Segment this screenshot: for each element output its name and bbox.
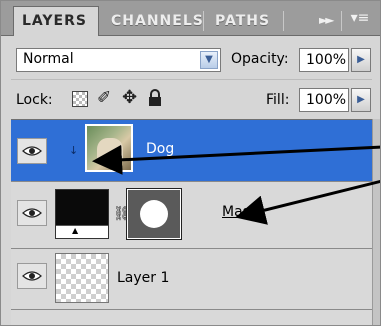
divider [11,79,372,80]
layer-row-mask[interactable]: ▲ ⛓ Mask [11,182,372,248]
layer-name[interactable]: Layer 1 [117,270,169,286]
fill-slider-button[interactable]: ▶ [351,88,371,112]
tab-channels[interactable]: CHANNELS [103,7,203,35]
eye-icon [22,271,42,281]
tab-divider [283,11,284,31]
layer-row-dog[interactable]: ↓ Dog [11,120,372,181]
layer-name[interactable]: Dog [146,141,174,157]
scrollbar[interactable] [372,119,380,325]
layers-list: ↓ Dog ▲ ⛓ Mask Layer 1 [11,119,372,325]
blend-mode-select[interactable]: Normal ▼ [16,48,221,72]
mask-circle [140,200,168,228]
lock-label: Lock: [16,92,53,108]
layer-thumbnail: ▲ [55,189,109,239]
visibility-toggle[interactable] [17,200,47,226]
lock-image-pixels-icon[interactable]: ✐ [97,88,111,108]
tab-layers[interactable]: LAYERS [13,6,99,36]
layer-thumbnail [55,253,109,303]
layer-name[interactable]: Mask [222,204,258,220]
chevron-down-icon[interactable]: ▼ [200,51,218,69]
layer-row-layer-1[interactable]: Layer 1 [11,249,372,309]
lock-position-icon[interactable]: ✥ [122,87,137,108]
fill-indicator: ▲ [56,225,108,238]
tab-divider [203,11,204,31]
lock-all-icon[interactable] [147,89,163,107]
eye-icon [22,146,42,156]
clipping-arrow-icon: ↓ [69,144,79,157]
opacity-label: Opacity: [231,51,289,67]
divider [11,309,372,310]
eye-icon [22,208,42,218]
tab-paths[interactable]: PATHS [207,7,281,35]
layer-thumbnail [85,124,133,172]
layers-panel: LAYERS CHANNELS PATHS ►► ▾≡ Normal ▼ Opa… [0,0,381,326]
fill-label: Fill: [266,92,290,108]
visibility-toggle[interactable] [17,263,47,289]
blend-mode-value: Normal [23,51,74,67]
tab-bar: LAYERS CHANNELS PATHS ►► ▾≡ [1,1,380,36]
tab-divider [341,11,342,31]
opacity-input[interactable]: 100% [299,48,349,72]
lock-transparent-pixels-icon[interactable] [72,91,88,107]
fill-input[interactable]: 100% [299,88,349,112]
panel-menu-icon[interactable]: ▾≡ [350,9,370,27]
opacity-slider-button[interactable]: ▶ [351,48,371,72]
visibility-toggle[interactable] [17,138,47,164]
layer-mask-thumbnail[interactable] [127,189,181,239]
collapse-forward-icon[interactable]: ►► [319,13,335,27]
dog-image [97,138,123,166]
triangle-icon: ▲ [72,226,79,235]
